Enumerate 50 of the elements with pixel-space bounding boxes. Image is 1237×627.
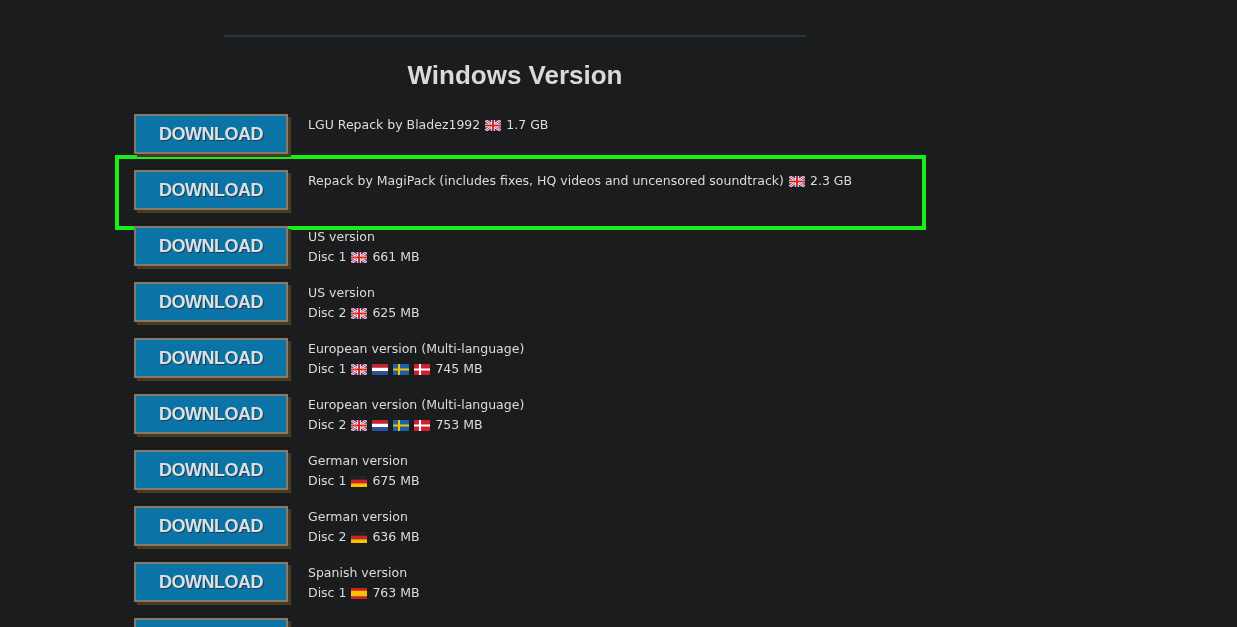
sweden-flag-icon [393,419,410,431]
file-size: 1.7 GB [506,116,549,134]
uk-flag-icon [789,175,805,187]
release-title: US version [308,228,375,246]
disc-label: Disc 1 [308,472,347,490]
download-button[interactable]: DOWNLOAD [134,338,288,378]
germany-flag-icon [351,475,368,487]
uk-flag-icon [485,119,502,131]
netherlands-flag-icon [372,363,389,375]
disc-label: Disc 1 [308,360,347,378]
download-button[interactable]: DOWNLOAD [134,506,288,546]
download-button[interactable]: DOWNLOAD [134,282,288,322]
release-title: German version [308,452,408,470]
download-button[interactable]: DOWNLOAD [134,114,288,154]
file-size: 661 MB [372,248,420,266]
sweden-flag-icon [393,363,410,375]
download-button[interactable]: DOWNLOAD [134,450,288,490]
disc-label: Disc 2 [308,528,347,546]
section-heading: Windows Version [406,60,624,92]
disc-label: Disc 2 [308,416,347,434]
spain-flag-icon [351,587,368,599]
release-title: European version (Multi-language) [308,396,525,414]
release-title: European version (Multi-language) [308,340,525,358]
file-size: 763 MB [372,584,420,602]
disc-label: Disc 1 [308,584,347,602]
file-size: 625 MB [372,304,420,322]
file-size: 636 MB [372,528,420,546]
denmark-flag-icon [414,363,431,375]
denmark-flag-icon [414,419,431,431]
release-title: US version [308,284,375,302]
uk-flag-icon [351,307,368,319]
release-title: Spanish version [308,564,408,582]
release-title: German version [308,508,408,526]
disc-label: Disc 1 [308,248,347,266]
file-size: 2.3 GB [810,172,853,190]
uk-flag-icon [351,363,368,375]
release-title: LGU Repack by Bladez1992 [308,116,481,134]
uk-flag-icon [351,251,368,263]
file-size: 753 MB [435,416,483,434]
download-button[interactable]: DOWNLOAD [134,562,288,602]
uk-flag-icon [351,419,368,431]
disc-label: Disc 2 [308,304,347,322]
download-button[interactable]: DOWNLOAD [134,226,288,266]
release-title: Repack by MagiPack (includes fixes, HQ videos and uncensored soundtrack) [308,172,784,190]
download-button[interactable]: DOWNLOAD [134,394,288,434]
download-button[interactable]: DOWNLOAD [134,170,288,210]
netherlands-flag-icon [372,419,389,431]
germany-flag-icon [351,531,368,543]
file-size: 675 MB [372,472,420,490]
file-size: 745 MB [435,360,483,378]
